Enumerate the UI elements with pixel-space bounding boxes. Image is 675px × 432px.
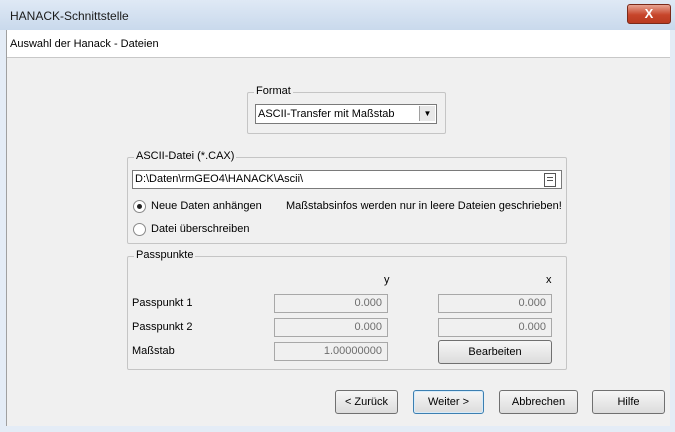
wizard-header: Auswahl der Hanack - Dateien (7, 30, 670, 58)
dialog-body: Auswahl der Hanack - Dateien Format ASCI… (6, 30, 670, 426)
window-title: HANACK-Schnittstelle (10, 9, 129, 23)
format-group: Format ASCII-Transfer mit Maßstab ▼ (247, 85, 446, 134)
ascii-file-path-input[interactable]: D:\Daten\rmGEO4\HANACK\Ascii\ (132, 170, 562, 189)
chevron-down-icon[interactable]: ▼ (419, 106, 435, 121)
passpunkt-2-label: Passpunkt 2 (132, 321, 193, 333)
passpunkt-1-label: Passpunkt 1 (132, 297, 193, 309)
edit-button[interactable]: Bearbeiten (438, 340, 552, 364)
column-y-header: y (384, 274, 390, 286)
passpunkt-1-x-value: 0.000 (518, 297, 546, 309)
format-legend: Format (254, 85, 293, 97)
passpunkt-1-y-value: 0.000 (354, 297, 382, 309)
radio-overwrite[interactable] (133, 223, 146, 236)
help-button[interactable]: Hilfe (592, 390, 665, 414)
back-button[interactable]: < Zurück (335, 390, 398, 414)
format-select[interactable]: ASCII-Transfer mit Maßstab ▼ (255, 104, 437, 124)
radio-append-label[interactable]: Neue Daten anhängen (151, 200, 262, 212)
ascii-file-legend: ASCII-Datei (*.CAX) (134, 150, 237, 162)
radio-selected-dot (137, 204, 142, 209)
scale-info-text: Maßstabsinfos werden nur in leere Dateie… (286, 200, 562, 212)
radio-overwrite-label[interactable]: Datei überschreiben (151, 223, 249, 235)
passpunkt-1-x-field: 0.000 (438, 294, 552, 313)
passpunkt-2-x-field: 0.000 (438, 318, 552, 337)
column-x-header: x (546, 274, 552, 286)
passpunkte-group: Passpunkte y x Passpunkt 1 0.000 0.000 P… (127, 249, 567, 370)
passpunkt-1-y-field: 0.000 (274, 294, 388, 313)
wizard-header-label: Auswahl der Hanack - Dateien (10, 38, 159, 50)
close-button[interactable]: X (627, 4, 671, 24)
next-button[interactable]: Weiter > (413, 390, 484, 414)
window-border-bottom (0, 426, 675, 432)
ascii-file-path-value: D:\Daten\rmGEO4\HANACK\Ascii\ (135, 173, 304, 185)
passpunkt-2-x-value: 0.000 (518, 321, 546, 333)
format-selected-value: ASCII-Transfer mit Maßstab (258, 108, 395, 120)
passpunkte-legend: Passpunkte (134, 249, 196, 261)
close-icon: X (644, 6, 654, 21)
browse-file-icon[interactable] (544, 173, 556, 187)
scale-value: 1.00000000 (323, 345, 382, 357)
ascii-file-group: ASCII-Datei (*.CAX) D:\Daten\rmGEO4\HANA… (127, 150, 567, 244)
passpunkt-2-y-value: 0.000 (354, 321, 382, 333)
radio-append[interactable] (133, 200, 146, 213)
cancel-button[interactable]: Abbrechen (499, 390, 578, 414)
passpunkt-2-y-field: 0.000 (274, 318, 388, 337)
scale-field: 1.00000000 (274, 342, 388, 361)
scale-label: Maßstab (132, 345, 175, 357)
title-bar: HANACK-Schnittstelle X (0, 0, 675, 30)
